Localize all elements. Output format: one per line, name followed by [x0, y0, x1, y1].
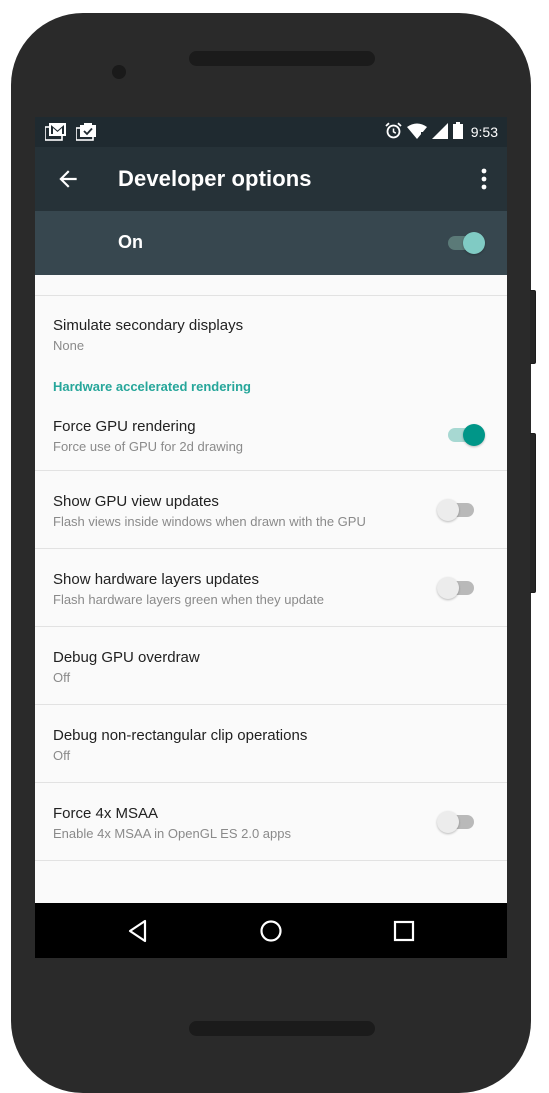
- toggle-thumb: [437, 499, 459, 521]
- arrow-back-icon[interactable]: [55, 166, 81, 192]
- setting-debug-gpu-overdraw[interactable]: Debug GPU overdraw Off: [35, 627, 507, 704]
- volume-rocker[interactable]: [530, 433, 536, 593]
- setting-title: Force GPU rendering: [53, 418, 196, 435]
- section-header: Hardware accelerated rendering: [53, 379, 251, 394]
- alarm-icon: [385, 122, 402, 142]
- force-gpu-rendering-toggle[interactable]: [445, 423, 485, 447]
- cell-signal-icon: [431, 122, 448, 142]
- tasks-notification-icon: [75, 123, 98, 146]
- setting-title: Debug GPU overdraw: [53, 649, 200, 666]
- toggle-thumb: [463, 232, 485, 254]
- clock: 9:53: [470, 124, 498, 140]
- list-item-partial[interactable]: [35, 861, 507, 901]
- earpiece-speaker: [189, 51, 375, 66]
- setting-debug-non-rectangular-clip[interactable]: Debug non-rectangular clip operations Of…: [35, 705, 507, 782]
- toggle-thumb: [437, 577, 459, 599]
- show-hardware-layers-updates-toggle[interactable]: [437, 576, 477, 600]
- recents-nav-icon[interactable]: [390, 917, 418, 945]
- gmail-notification-icon: [44, 123, 67, 146]
- setting-summary: Flash views inside windows when drawn wi…: [53, 514, 366, 529]
- setting-show-hardware-layers-updates[interactable]: Show hardware layers updates Flash hardw…: [35, 549, 507, 626]
- setting-summary: Flash hardware layers green when they up…: [53, 592, 324, 607]
- master-switch-bar[interactable]: On: [35, 211, 507, 275]
- front-camera: [112, 65, 126, 79]
- app-bar: Developer options: [35, 147, 507, 211]
- bottom-speaker: [189, 1021, 375, 1036]
- setting-title: Show hardware layers updates: [53, 571, 259, 588]
- setting-title: Simulate secondary displays: [53, 317, 244, 334]
- setting-summary: Force use of GPU for 2d drawing: [53, 439, 244, 454]
- master-toggle[interactable]: [445, 231, 485, 255]
- more-vert-icon[interactable]: [479, 167, 489, 191]
- home-nav-icon[interactable]: [257, 917, 285, 945]
- back-nav-icon[interactable]: [125, 917, 153, 945]
- setting-show-gpu-view-updates[interactable]: Show GPU view updates Flash views inside…: [35, 471, 507, 548]
- navigation-bar: [35, 903, 507, 958]
- show-gpu-view-updates-toggle[interactable]: [437, 498, 477, 522]
- power-button[interactable]: [530, 290, 536, 364]
- setting-force-gpu-rendering[interactable]: Force GPU rendering Force use of GPU for…: [35, 412, 507, 470]
- page-title: Developer options: [118, 166, 312, 191]
- setting-force-4x-msaa[interactable]: Force 4x MSAA Enable 4x MSAA in OpenGL E…: [35, 783, 507, 860]
- setting-summary: None: [53, 338, 85, 353]
- setting-summary: Off: [53, 748, 71, 763]
- list-top-spacer: [35, 275, 507, 295]
- setting-title: Debug non-rectangular clip operations: [53, 727, 308, 744]
- toggle-thumb: [437, 811, 459, 833]
- screen: 9:53 Developer options On Simulate secon…: [35, 117, 507, 958]
- toggle-thumb: [463, 424, 485, 446]
- battery-icon: [452, 122, 463, 142]
- setting-summary: Off: [53, 670, 71, 685]
- setting-simulate-secondary-displays[interactable]: Simulate secondary displays None: [35, 296, 507, 374]
- settings-list: Simulate secondary displays None Hardwar…: [35, 275, 507, 901]
- force-4x-msaa-toggle[interactable]: [437, 810, 477, 834]
- master-switch-label: On: [118, 232, 143, 252]
- setting-title: Show GPU view updates: [53, 493, 219, 510]
- status-bar: 9:53: [35, 117, 507, 147]
- section-hardware-accelerated-rendering: Hardware accelerated rendering: [35, 374, 507, 412]
- wifi-icon: [406, 123, 427, 142]
- setting-summary: Enable 4x MSAA in OpenGL ES 2.0 apps: [53, 826, 291, 841]
- setting-title: Force 4x MSAA: [53, 805, 159, 822]
